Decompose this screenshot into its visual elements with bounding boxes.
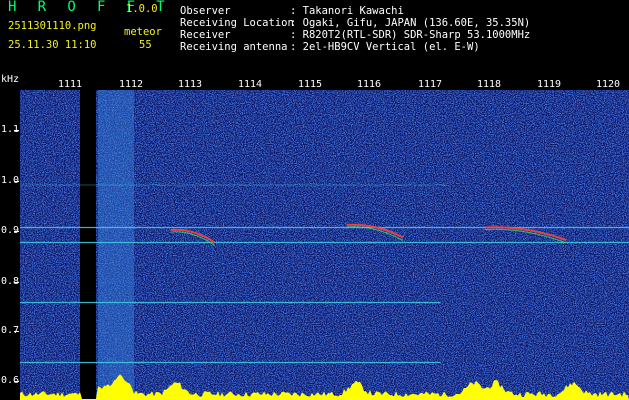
y-tick-mark [14, 181, 19, 182]
x-tick-label: 1116 [357, 79, 382, 90]
interference-speckle [98, 90, 134, 400]
y-axis-unit: kHz [1, 74, 20, 85]
hroft-window: H R O F F T 1.0.0 2511301110.png 25.11.3… [0, 0, 629, 400]
x-tick-label: 1112 [119, 79, 144, 90]
echo-count: 55 [139, 39, 152, 51]
y-tick-mark [14, 381, 19, 382]
spectrogram-plot [20, 90, 629, 400]
x-tick-label: 1117 [418, 79, 443, 90]
x-tick-label: 1115 [298, 79, 323, 90]
y-tick-mark [14, 282, 19, 283]
station-info-labels: Observer Receiving Location Receiver Rec… [180, 5, 294, 53]
date-time: 25.11.30 11:10 [8, 39, 97, 51]
station-info-values: : Takanori Kawachi : Ogaki, Gifu, JAPAN … [290, 5, 531, 53]
x-tick-label: 1113 [178, 79, 203, 90]
x-tick-label: 1118 [477, 79, 502, 90]
x-tick-label: 1119 [537, 79, 562, 90]
file-name: 2511301110.png [8, 20, 97, 32]
y-tick-mark [14, 130, 19, 131]
dropout-band [80, 90, 96, 400]
y-tick-mark [14, 231, 19, 232]
x-tick-label: 1120 [596, 79, 621, 90]
x-tick-label: 1111 [58, 79, 83, 90]
x-tick-label: 1114 [238, 79, 263, 90]
y-tick-mark [14, 331, 19, 332]
mode-label: meteor [124, 26, 162, 38]
app-version: 1.0.0 [126, 3, 158, 15]
